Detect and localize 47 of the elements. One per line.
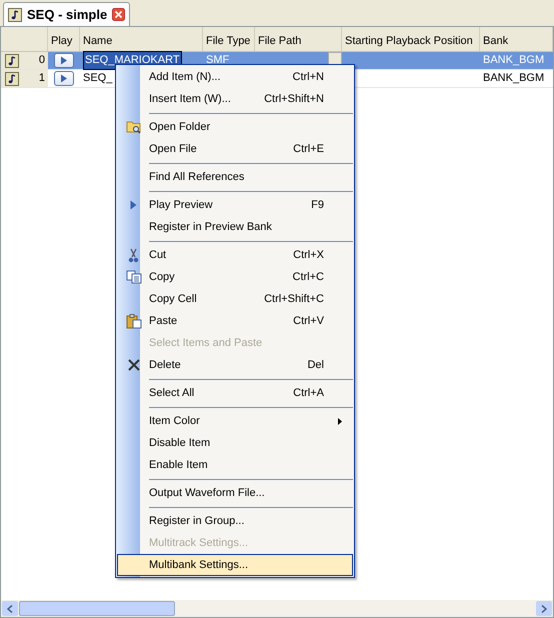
menu-item[interactable]: Disable Item [117,432,353,454]
row-number: 1 [38,71,45,86]
menu-item[interactable]: Enable Item [117,454,353,476]
delete-icon [128,359,140,371]
note-icon [5,54,19,68]
column-header[interactable]: Bank [480,27,553,51]
scrollbar-thumb[interactable] [19,601,175,616]
table-cell: BANK_BGM [483,54,544,66]
tab-title: SEQ - simple [27,6,108,24]
menu-item[interactable]: Delete Del [117,354,353,376]
menu-item[interactable]: Find All References [117,166,353,188]
play-button[interactable] [54,71,74,86]
column-header[interactable]: Play [48,27,80,51]
menu-item[interactable]: Open File Ctrl+E [117,138,353,160]
menu-item[interactable]: Output Waveform File... [117,482,353,504]
note-icon [8,8,22,22]
table-cell: SMF [206,54,230,66]
table-cell: BANK_BGM [483,72,544,84]
note-icon [5,72,19,86]
horizontal-scrollbar[interactable] [1,600,553,617]
copy-icon [126,270,142,284]
menu-item[interactable]: Open Folder [117,116,353,138]
document-tab[interactable]: SEQ - simple [3,2,130,26]
clipboard-icon [126,313,142,329]
close-icon[interactable] [112,8,126,21]
folder-search-icon [126,120,142,134]
menu-item[interactable]: Copy Cell Ctrl+Shift+C [117,288,353,310]
scissors-icon [128,248,139,262]
play-button[interactable] [54,53,74,68]
column-header[interactable]: File Type [203,27,255,51]
menu-item[interactable]: Insert Item (W)... Ctrl+Shift+N [117,88,353,110]
menu-item[interactable]: Cut Ctrl+X [117,244,353,266]
scroll-right-button[interactable] [536,601,552,616]
menu-item[interactable]: Select All Ctrl+A [117,382,353,404]
scroll-left-button[interactable] [2,601,18,616]
menu-item[interactable]: Paste Ctrl+V [117,310,353,332]
column-header[interactable]: Starting Playback Position [342,27,480,51]
menu-item[interactable]: Multibank Settings... [117,554,353,576]
menu-item[interactable]: Register in Group... [117,510,353,532]
column-header[interactable]: File Path [255,27,342,51]
play-icon [130,200,137,210]
menu-item[interactable]: Copy Ctrl+C [117,266,353,288]
menu-item[interactable]: Register in Preview Bank [117,216,353,238]
menu-item[interactable]: Item Color [117,410,353,432]
row-number: 0 [38,53,45,68]
table-cell-text: SEQ_ [83,71,112,86]
menu-item[interactable]: Play Preview F9 [117,194,353,216]
